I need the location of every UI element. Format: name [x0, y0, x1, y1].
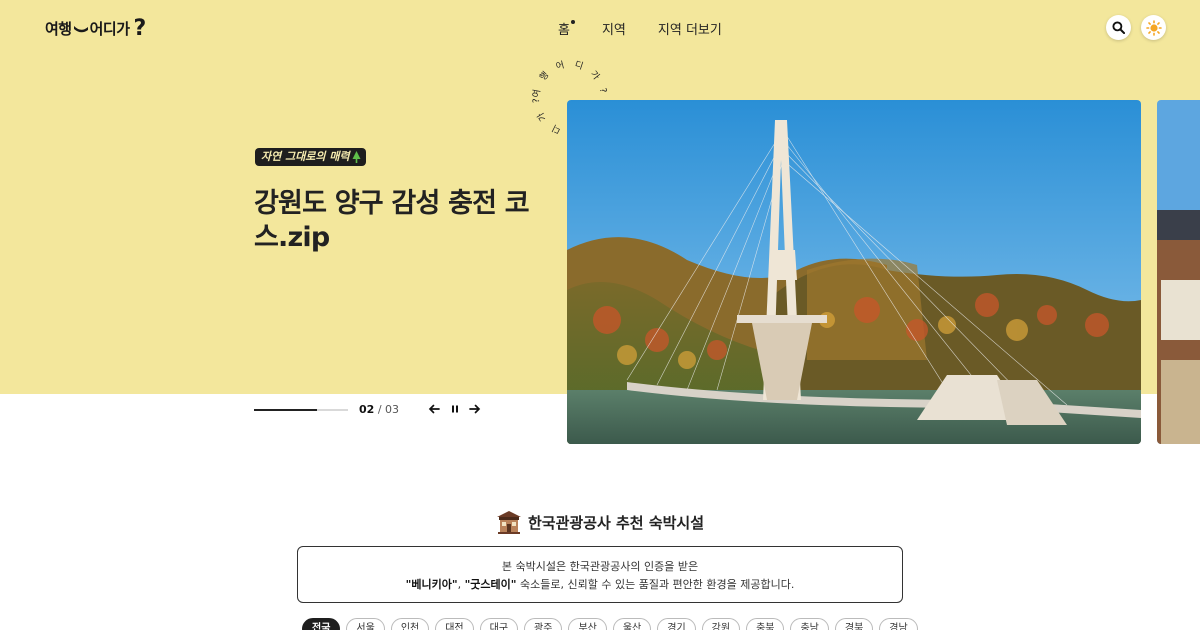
chip-region-all[interactable]: 전국	[302, 618, 341, 630]
badge-label: 자연 그대로의 매력	[261, 150, 350, 163]
nav-region-more[interactable]: 지역 더보기	[658, 19, 722, 38]
main-nav: 홈 지역 지역 더보기	[558, 19, 754, 38]
info-line-2: "베니키아", "굿스테이" 숙소들로, 신뢰할 수 있는 품질과 편안한 환경…	[298, 576, 902, 594]
chip-region-daejeon[interactable]: 대전	[435, 618, 474, 630]
slide-progress-fill	[254, 409, 317, 411]
certification-info-box: 본 숙박시설은 한국관광공사의 인증을 받은 "베니키아", "굿스테이" 숙소…	[297, 546, 903, 603]
chip-region-seoul[interactable]: 서울	[346, 618, 385, 630]
chip-region-daegu[interactable]: 대구	[479, 618, 519, 630]
info-line-1: 본 숙박시설은 한국관광공사의 인증을 받은	[501, 560, 699, 573]
info-line-2-rest: 숙소들로, 신뢰할 수 있는 품질과 편안한 환경을 제공합니다.	[520, 578, 795, 591]
slide-image-hanok[interactable]	[1157, 100, 1200, 444]
slide-separator: /	[377, 403, 382, 416]
arrow-right-icon	[469, 404, 481, 414]
slide-total: 03	[385, 403, 400, 416]
category-badge: 자연 그대로의 매력	[255, 148, 366, 166]
hero-title[interactable]: 강원도 양구 감성 충전 코스.zip	[254, 187, 544, 255]
nav-region[interactable]: 지역	[602, 19, 626, 38]
sun-icon	[1145, 19, 1162, 36]
brand-goodstay: "굿스테이"	[464, 578, 517, 591]
chip-region-ulsan[interactable]: 울산	[612, 618, 652, 630]
chip-region-gyeonggi[interactable]: 경기	[657, 618, 696, 630]
slide-current: 02	[359, 403, 375, 416]
chip-region-chungnam[interactable]: 충남	[790, 618, 829, 630]
tree-icon	[352, 151, 361, 163]
nav-home[interactable]: 홈	[558, 19, 575, 38]
chip-region-gyeongbuk[interactable]: 경북	[834, 618, 874, 630]
hanok-building-icon	[496, 511, 521, 534]
region-filter-chips: 전국 서울 인천 대전 대구 광주 부산 울산 경기 강원 충북 충남 경북 경…	[302, 618, 918, 630]
brand-benikea: "베니키아"	[405, 578, 458, 591]
theme-toggle-button[interactable]	[1141, 15, 1166, 40]
site-logo[interactable]: 여행 어디가 ?	[45, 14, 146, 42]
chip-region-gyeongnam[interactable]: 경남	[879, 618, 918, 630]
chip-region-gangwon[interactable]: 강원	[701, 618, 741, 630]
next-slide-button[interactable]	[468, 402, 482, 416]
slide-counter: 02 / 03	[359, 403, 399, 416]
search-icon	[1112, 21, 1125, 34]
section-title-text: 한국관광공사 추천 숙박시설	[527, 513, 705, 532]
section-title: 한국관광공사 추천 숙박시설	[0, 510, 1200, 534]
prev-slide-button[interactable]	[427, 402, 441, 416]
pause-icon	[452, 405, 458, 413]
brand-separator: ,	[457, 578, 462, 591]
search-button[interactable]	[1106, 15, 1131, 40]
logo-question-mark: ?	[133, 15, 147, 41]
slide-image-bridge[interactable]	[567, 100, 1141, 444]
chip-region-gwangju[interactable]: 광주	[524, 618, 563, 630]
logo-text-where: 어디가	[89, 19, 130, 38]
pause-slide-button[interactable]	[448, 402, 462, 416]
logo-text-travel: 여행	[45, 19, 72, 38]
hanok-preview-image	[1157, 100, 1200, 444]
chip-region-busan[interactable]: 부산	[568, 618, 607, 630]
chip-region-incheon[interactable]: 인천	[390, 618, 430, 630]
arrow-left-icon	[428, 404, 440, 414]
slide-progress-bar	[254, 409, 348, 411]
bridge-landscape-image	[567, 100, 1141, 444]
chip-region-chungbuk[interactable]: 충북	[746, 618, 785, 630]
plane-swoosh-icon	[73, 26, 88, 33]
